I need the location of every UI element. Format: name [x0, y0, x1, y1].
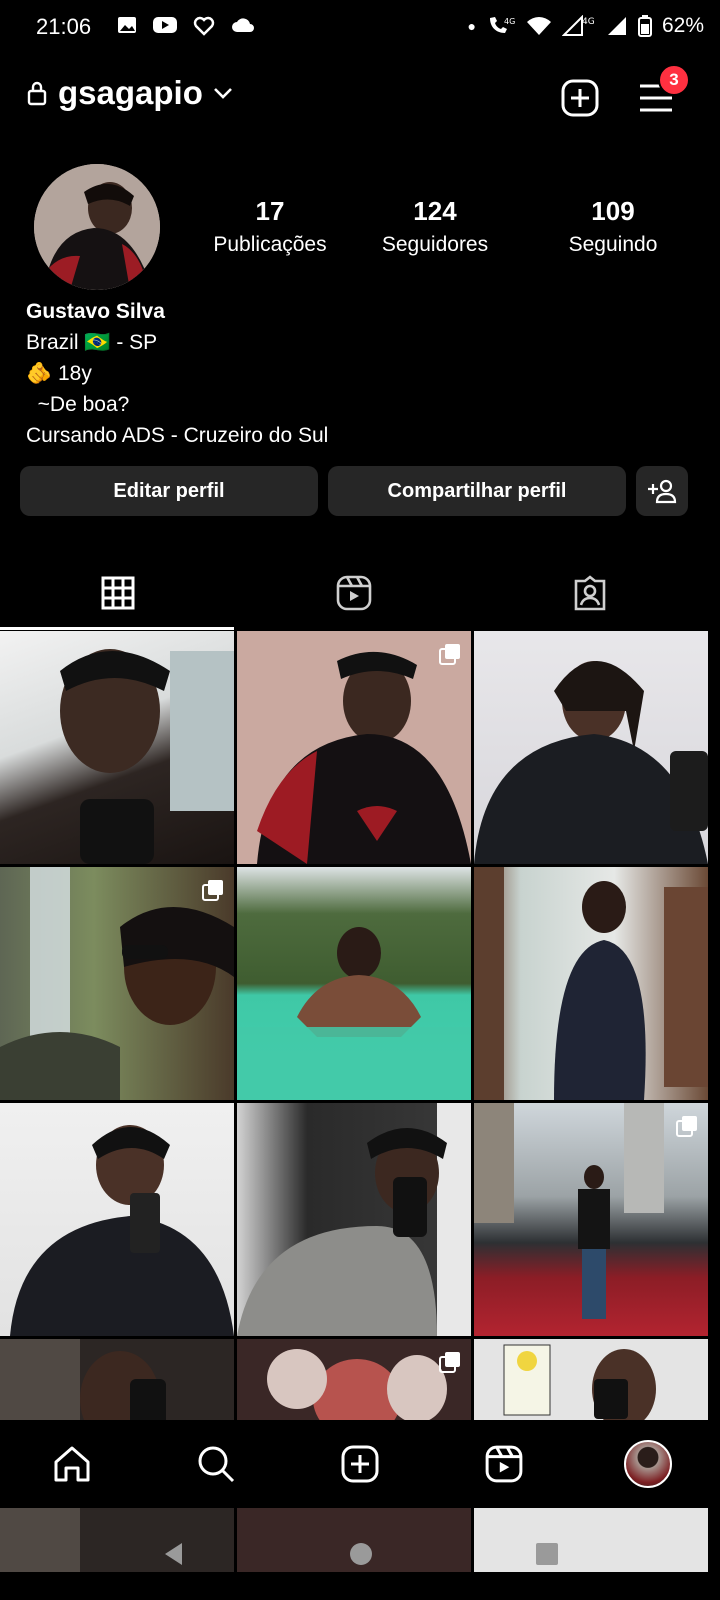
create-post-button[interactable]: [558, 76, 602, 120]
stat-label: Seguidores: [381, 233, 489, 256]
post-photo: [257, 651, 471, 864]
profile-avatar[interactable]: [34, 164, 160, 290]
cloud-icon: [232, 18, 254, 32]
reels-icon: [336, 575, 372, 611]
nav-search[interactable]: [186, 1434, 246, 1494]
home-circle-icon[interactable]: [348, 1541, 374, 1567]
post-thumbnail[interactable]: [0, 631, 234, 864]
tagged-person-icon: [574, 575, 606, 611]
tab-reels[interactable]: [236, 570, 472, 616]
post-photo: [60, 649, 234, 864]
post-thumbnail[interactable]: [474, 867, 708, 1100]
reels-icon: [485, 1445, 523, 1483]
status-bar: 21:06 ● 4G 4G 62%: [0, 0, 720, 56]
post-photo: [0, 867, 234, 1100]
stat-followers[interactable]: 124 Seguidores: [370, 196, 500, 257]
post-photo: [237, 927, 471, 1100]
signal-4g-icon: 4G: [561, 15, 595, 36]
post-thumbnail[interactable]: [237, 867, 471, 1100]
search-icon: [198, 1446, 235, 1483]
bottom-navigation: [0, 1420, 720, 1508]
menu-button[interactable]: 3: [634, 64, 690, 120]
carousel-icon: [439, 644, 460, 665]
share-profile-button[interactable]: Compartilhar perfil: [328, 466, 626, 516]
stat-following[interactable]: 109 Seguindo: [548, 196, 678, 257]
battery-percent: 62%: [661, 14, 704, 37]
nav-reels[interactable]: [474, 1434, 534, 1494]
grid-icon: [101, 576, 135, 610]
discover-people-button[interactable]: [636, 466, 688, 516]
lock-icon: [27, 81, 47, 106]
wifi-icon: [526, 17, 551, 35]
bio-line: Brazil 🇧🇷 - SP: [26, 331, 158, 354]
post-photo: [237, 1103, 471, 1336]
account-switcher[interactable]: gsagapio: [26, 74, 233, 112]
post-thumbnail[interactable]: [474, 631, 708, 864]
stat-posts[interactable]: 17 Publicações: [206, 196, 334, 257]
tab-posts-grid[interactable]: [0, 570, 236, 616]
profile-username: gsagapio: [58, 74, 203, 111]
post-thumbnail[interactable]: [0, 867, 234, 1100]
post-thumbnail[interactable]: [237, 1103, 471, 1336]
wifi-calling-icon: 4G: [489, 17, 515, 33]
svg-text:4G: 4G: [504, 17, 515, 26]
system-navigation: [0, 1508, 720, 1600]
post-thumbnail[interactable]: [237, 631, 471, 864]
status-time: 21:06: [36, 14, 92, 39]
bio-line: 🫵 18y: [26, 362, 92, 385]
create-icon: [341, 1445, 379, 1483]
back-icon[interactable]: [160, 1540, 188, 1568]
add-person-icon: [648, 479, 677, 504]
carousel-icon: [202, 880, 223, 901]
svg-text:4G: 4G: [582, 17, 595, 27]
gallery-icon: [118, 17, 136, 33]
battery-icon: [637, 15, 652, 37]
stat-label: Publicações: [213, 233, 327, 256]
profile-avatar-small: [624, 1440, 672, 1488]
nav-home[interactable]: [42, 1434, 102, 1494]
post-photo: [474, 661, 708, 864]
post-photo: [474, 1103, 664, 1319]
bio-line: ~De boa?: [26, 393, 130, 416]
signal-icon: [607, 17, 626, 35]
nav-profile[interactable]: [618, 1434, 678, 1494]
chevron-down-icon: [213, 88, 232, 99]
post-photo: [474, 867, 708, 1100]
post-photo: [10, 1125, 234, 1336]
carousel-icon: [439, 1352, 460, 1373]
tab-tagged[interactable]: [472, 570, 708, 616]
nav-create[interactable]: [330, 1434, 390, 1494]
bio-line: Cursando ADS - Cruzeiro do Sul: [26, 424, 329, 447]
profile-name: Gustavo Silva: [26, 300, 165, 323]
profile-bio: Gustavo Silva Brazil 🇧🇷 - SP 🫵 18y ~De b…: [26, 296, 328, 451]
active-tab-indicator: [0, 627, 234, 630]
heart-check-icon: [193, 16, 215, 36]
recents-icon[interactable]: [534, 1541, 560, 1567]
post-thumbnail[interactable]: [474, 1103, 708, 1336]
home-icon: [54, 1446, 90, 1482]
youtube-icon: [153, 17, 177, 33]
carousel-icon: [676, 1116, 697, 1137]
stat-value: 17: [255, 196, 285, 226]
system-status: ● 4G 4G 62%: [467, 14, 704, 38]
notification-icons: [116, 14, 256, 36]
plus-square-icon: [561, 79, 599, 117]
stat-label: Seguindo: [568, 233, 658, 256]
dot-icon: ●: [467, 18, 476, 34]
notification-badge: 3: [658, 64, 690, 96]
avatar-photo: [34, 164, 160, 290]
post-thumbnail[interactable]: [0, 1103, 234, 1336]
stat-value: 124: [413, 196, 457, 226]
stat-value: 109: [591, 196, 635, 226]
edit-profile-button[interactable]: Editar perfil: [20, 466, 318, 516]
